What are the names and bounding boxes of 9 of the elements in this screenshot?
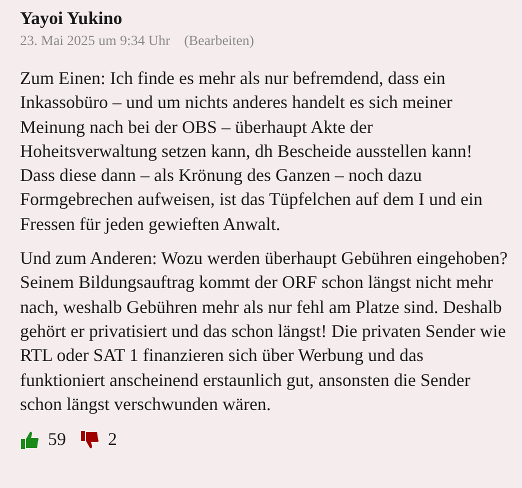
like-count: 59 — [48, 428, 66, 452]
author-name: Yayoi Yukino — [20, 7, 124, 30]
comment-paragraph: Zum Einen: Ich finde es mehr als nur befremdend, dass ein Inkassobüro – und um nichts anderes handelt es sich meiner Meinung nach bei der OBS – überhaupt Akte der Hoheitsverwaltung setzen kann, dh Bescheide ausstellen kann! Dass diese dann – als Krönung des Ganzen – noch dazu Formgebrechen aufweisen, ist das Tüpfelchen auf dem I und ein Fressen für jeden gewieften Anwalt. — [20, 67, 484, 236]
edit-link[interactable]: (Bearbeiten) — [184, 32, 254, 52]
thumbs-up-icon[interactable] — [20, 430, 40, 450]
comment-paragraph: Und zum Anderen: Wozu werden überhaupt Gebühren eingehoben? Seinem Bildungsauftrag kommt der ORF schon längst nicht mehr nach, weshalb Gebühren mehr als nur fehl am Platze sind. Deshalb gehört er privatisiert und das schon längst! Die privaten Sender wie RTL oder SAT 1 finanzieren sich über Werbung und das funktioniert anscheinend erstaunlich gut, ansonsten die Sender schon längst verschwunden wären. — [20, 247, 509, 416]
thumbs-down-icon[interactable] — [80, 430, 100, 450]
dislike-count: 2 — [108, 428, 117, 452]
comment-date: 23. Mai 2025 um 9:34 Uhr — [20, 33, 170, 51]
